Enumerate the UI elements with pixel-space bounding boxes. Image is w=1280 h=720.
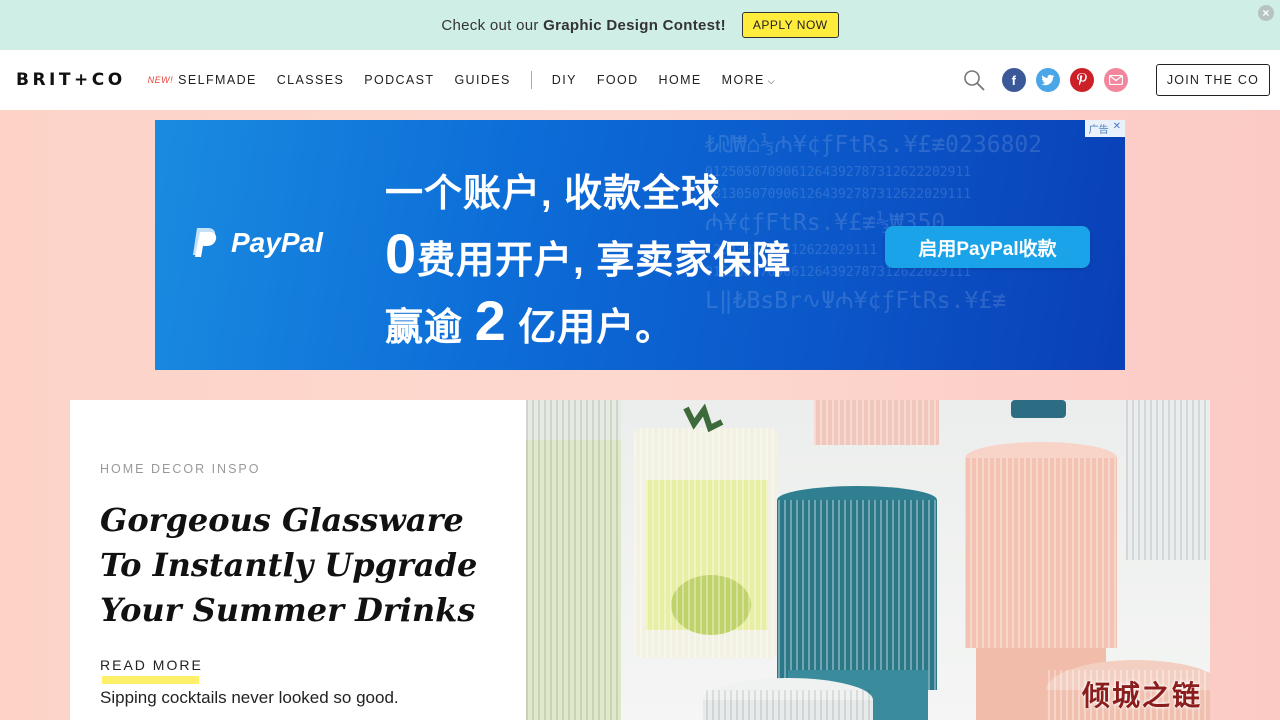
brand-logo[interactable]: BRIT+CO [16, 70, 126, 90]
feature-image[interactable]: 倾城之链 [526, 400, 1210, 720]
ad-line-3-suffix: 亿用户。 [506, 307, 675, 349]
nav-divider [530, 71, 532, 89]
pinterest-icon[interactable] [1069, 68, 1094, 92]
twitter-icon[interactable] [1035, 68, 1060, 92]
ad-line-2: 0费用开户, 享卖家保障 [385, 224, 791, 291]
nav-item-food[interactable]: FOOD [597, 73, 639, 87]
promo-text-prefix: Check out our [441, 16, 544, 34]
search-icon[interactable] [962, 68, 986, 92]
feature-card[interactable]: HOME DECOR INSPO Gorgeous Glassware To I… [70, 400, 526, 720]
ad-line-2-number: 0 [385, 222, 418, 285]
promo-bar: Check out our Graphic Design Contest! AP… [0, 0, 1280, 50]
article-dek: Sipping cocktails never looked so good. [100, 688, 399, 707]
ad-headline: 一个账户, 收款全球 0费用开户, 享卖家保障 赢逾 2 亿用户。 [385, 164, 791, 358]
read-more-link[interactable]: READ MORE [100, 657, 203, 673]
ad-cta-button[interactable]: 启用PayPal收款 [885, 226, 1090, 268]
paypal-wordmark: PayPal [231, 227, 323, 258]
ad-line-3-prefix: 赢逾 [385, 307, 475, 349]
ad-line-1: 一个账户, 收款全球 [385, 173, 721, 215]
ad-label: 广告 [1088, 125, 1109, 136]
header-actions: f JOIN THE CO [962, 50, 1270, 110]
category-label[interactable]: HOME DECOR INSPO [100, 462, 261, 476]
paypal-icon [193, 228, 217, 257]
nav-more-label: MORE [721, 73, 765, 87]
promo-text: Check out our Graphic Design Contest! [441, 17, 726, 34]
nav-item-more[interactable]: MORE ⌵ [722, 73, 776, 87]
email-icon[interactable] [1103, 68, 1128, 92]
main-nav: NEW! SELFMADE CLASSES PODCAST GUIDES DIY… [148, 71, 796, 89]
watermark: 倾城之链 [1081, 679, 1202, 712]
ad-line-3-number: 2 [474, 289, 507, 352]
join-button[interactable]: JOIN THE CO [1155, 64, 1270, 96]
new-badge: NEW! [147, 75, 174, 85]
read-more-highlight [102, 676, 199, 684]
glassware-illustration [526, 400, 1210, 720]
ad-line-3: 赢逾 2 亿用户。 [385, 291, 791, 358]
nav-item-guides[interactable]: GUIDES [454, 73, 510, 87]
nav-item-selfmade[interactable]: SELFMADE [178, 73, 257, 87]
nav-item-diy[interactable]: DIY [552, 73, 577, 87]
article-headline[interactable]: Gorgeous Glassware To Instantly Upgrade … [100, 498, 500, 633]
ad-choices[interactable]: 广告 ✕ [1084, 120, 1125, 137]
close-icon[interactable]: × [1258, 5, 1274, 21]
promo-text-bold: Graphic Design Contest! [543, 16, 726, 34]
ad-close-icon[interactable]: ✕ [1113, 121, 1121, 136]
chevron-down-icon: ⌵ [767, 76, 776, 86]
nav-item-podcast[interactable]: PODCAST [364, 73, 434, 87]
ad-banner[interactable]: ₺₪₩⌂⅓₼¥¢ƒFtRs.¥£≢0236802 012505070906126… [155, 120, 1125, 370]
site-header: BRIT+CO NEW! SELFMADE CLASSES PODCAST GU… [0, 50, 1280, 110]
nav-item-classes[interactable]: CLASSES [277, 73, 344, 87]
facebook-icon[interactable]: f [1001, 68, 1026, 92]
ad-line-2-text: 费用开户, 享卖家保障 [417, 240, 792, 282]
apply-now-button[interactable]: APPLY NOW [741, 12, 839, 38]
nav-item-home[interactable]: HOME [659, 73, 702, 87]
paypal-logo: PayPal [189, 226, 323, 260]
